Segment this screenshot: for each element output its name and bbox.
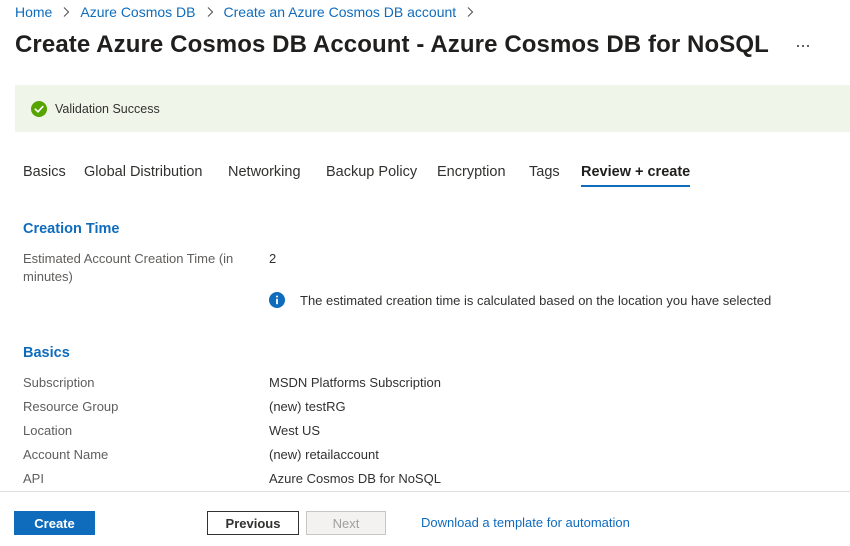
chevron-right-icon (462, 4, 478, 20)
title-row: Create Azure Cosmos DB Account - Azure C… (15, 31, 811, 59)
more-options-icon[interactable] (795, 37, 811, 53)
footer-action-bar: Create Previous Next Download a template… (0, 491, 850, 546)
info-message: The estimated creation time is calculate… (269, 292, 771, 308)
tab-encryption[interactable]: Encryption (437, 163, 506, 187)
tab-backup-policy[interactable]: Backup Policy (326, 163, 417, 187)
field-label-subscription: Subscription (23, 375, 95, 390)
breadcrumb: Home Azure Cosmos DB Create an Azure Cos… (15, 3, 484, 21)
field-label-location: Location (23, 423, 73, 438)
field-value-api: Azure Cosmos DB for NoSQL (269, 471, 441, 486)
check-circle-icon (31, 100, 47, 117)
field-label-resource-group: Resource Group (23, 399, 119, 414)
create-button[interactable]: Create (14, 511, 95, 535)
breadcrumb-create-account[interactable]: Create an Azure Cosmos DB account (224, 4, 457, 20)
field-value-creation-time: 2 (269, 251, 277, 266)
create-cosmos-db-page: Home Azure Cosmos DB Create an Azure Cos… (0, 0, 850, 546)
previous-button[interactable]: Previous (207, 511, 299, 535)
info-icon (269, 292, 285, 308)
section-title-creation-time: Creation Time (23, 221, 120, 237)
chevron-right-icon (58, 4, 74, 20)
field-label-line: Estimated Account Creation Time (in (23, 251, 234, 266)
breadcrumb-home[interactable]: Home (15, 4, 52, 20)
field-label-creation-time: Estimated Account Creation Time (in minu… (23, 250, 233, 286)
validation-message: Validation Success (55, 101, 160, 116)
tab-basics[interactable]: Basics (23, 163, 66, 187)
info-text: The estimated creation time is calculate… (300, 292, 772, 308)
field-value-resource-group: (new) testRG (269, 399, 346, 414)
field-value-account-name: (new) retailaccount (269, 447, 379, 462)
field-value-location: West US (269, 423, 321, 438)
tab-review-create[interactable]: Review + create (581, 163, 691, 187)
download-template-link[interactable]: Download a template for automation (421, 515, 630, 530)
page-title: Create Azure Cosmos DB Account - Azure C… (15, 31, 769, 58)
section-title-basics: Basics (23, 345, 70, 361)
tab-review-create-label: Review + create (581, 164, 691, 180)
field-label-line: minutes) (23, 269, 73, 284)
active-tab-indicator (581, 185, 691, 187)
field-value-subscription: MSDN Platforms Subscription (269, 375, 441, 390)
tab-tags[interactable]: Tags (529, 163, 560, 187)
tab-global-distribution[interactable]: Global Distribution (84, 163, 202, 187)
breadcrumb-azure-cosmos-db[interactable]: Azure Cosmos DB (80, 4, 195, 20)
field-label-api: API (23, 471, 44, 486)
field-label-account-name: Account Name (23, 447, 109, 462)
validation-banner: Validation Success (15, 85, 850, 132)
next-button[interactable]: Next (306, 511, 386, 535)
tab-networking[interactable]: Networking (228, 163, 301, 187)
chevron-right-icon (202, 4, 218, 20)
